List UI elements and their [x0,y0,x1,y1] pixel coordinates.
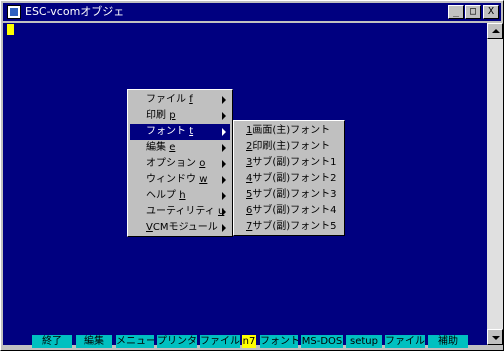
menu-item-label: ヘルプ [146,190,176,201]
app-icon[interactable] [7,5,21,19]
font-option-2[interactable]: 2印刷(主)フォント [236,139,342,155]
app-window: ESC-vcomオブジェ _ □ X 終了 編集 メニュー プリンター ファイル… [0,0,504,351]
fkey-3[interactable]: メニュー [116,335,154,348]
main-menu: ファイル f 印刷 p フォント t 編集 e オプション o ウィンドウ w … [127,89,233,237]
vertical-scrollbar[interactable] [487,23,503,345]
menu-item-vcm-module[interactable]: VCMモジュール [130,220,230,236]
fkey-4[interactable]: プリンター [157,335,197,348]
font-option-label: サブ(副)フォント3 [252,189,337,200]
submenu-arrow-icon [222,208,226,216]
menu-item-label: 印刷 [146,110,166,121]
submenu-arrow-icon [222,144,226,152]
fkey-2[interactable]: 編集 [76,335,112,348]
menu-item-help[interactable]: ヘルプ h [130,188,230,204]
fkey-5[interactable]: ファイル受 [200,335,240,348]
scroll-down-button[interactable] [487,329,503,345]
menu-item-accel: V [146,222,153,233]
submenu-arrow-icon [222,160,226,168]
submenu-arrow-icon [222,224,226,232]
submenu-arrow-icon [222,128,226,136]
function-key-bar: 終了 編集 メニュー プリンター ファイル受 n7 フォント MS-DOS se… [1,335,487,349]
menu-item-utility[interactable]: ユーティリティ u [130,204,230,220]
font-option-5[interactable]: 5サブ(副)フォント3 [236,187,342,203]
menu-item-print[interactable]: 印刷 p [130,108,230,124]
menu-item-label: フォント [146,126,186,137]
menu-item-window[interactable]: ウィンドウ w [130,172,230,188]
font-option-label: 画面(主)フォント [252,125,331,136]
submenu-arrow-icon [222,96,226,104]
window-title: ESC-vcomオブジェ [25,5,125,18]
chevron-down-icon [492,336,500,340]
font-option-1[interactable]: 1画面(主)フォント [236,123,342,139]
submenu-arrow-icon [222,192,226,200]
menu-item-label: ウィンドウ [146,174,196,185]
menu-item-font[interactable]: フォント t [130,124,230,140]
chevron-up-icon [492,29,500,33]
menu-item-accel: t [189,126,194,137]
menu-item-accel: p [169,110,176,121]
maximize-button[interactable]: □ [465,5,481,19]
menu-item-label: ユーティリティ [146,206,215,217]
close-button[interactable]: X [483,5,499,19]
scroll-up-button[interactable] [487,23,503,39]
menu-item-edit[interactable]: 編集 e [130,140,230,156]
font-option-3[interactable]: 3サブ(副)フォント1 [236,155,342,171]
menu-item-accel: o [199,158,206,169]
font-option-4[interactable]: 4サブ(副)フォント2 [236,171,342,187]
text-cursor [7,24,14,35]
menu-item-accel: w [199,174,208,185]
fkey-10[interactable]: ファイル送 [385,335,425,348]
fkey-1[interactable]: 終了 [32,335,72,348]
font-option-6[interactable]: 6サブ(副)フォント4 [236,203,342,219]
font-option-label: サブ(副)フォント1 [252,157,337,168]
font-option-label: サブ(副)フォント2 [252,173,337,184]
menu-item-options[interactable]: オプション o [130,156,230,172]
font-option-label: サブ(副)フォント5 [252,221,337,232]
menu-item-label: 編集 [146,142,166,153]
fkey-6[interactable]: n7 [242,335,256,348]
font-option-label: 印刷(主)フォント [252,141,331,152]
submenu-arrow-icon [222,176,226,184]
font-option-7[interactable]: 7サブ(副)フォント5 [236,219,342,235]
menu-item-file[interactable]: ファイル f [130,92,230,108]
fkey-9[interactable]: setup [346,335,382,348]
menu-item-label: ファイル [146,94,186,105]
menu-item-label: CMモジュール [152,222,218,233]
fkey-7[interactable]: フォント [260,335,298,348]
menu-item-accel: e [169,142,176,153]
fkey-8[interactable]: MS-DOS [301,335,343,348]
minimize-button[interactable]: _ [448,5,464,19]
title-bar[interactable]: ESC-vcomオブジェ _ □ X [3,3,501,21]
submenu-arrow-icon [222,112,226,120]
font-option-label: サブ(副)フォント4 [252,205,337,216]
menu-item-accel: h [179,190,186,201]
fkey-11[interactable]: 補助 [428,335,468,348]
menu-item-accel: f [189,94,193,105]
menu-item-label: オプション [146,158,196,169]
font-submenu: 1画面(主)フォント 2印刷(主)フォント 3サブ(副)フォント1 4サブ(副)… [233,120,345,236]
